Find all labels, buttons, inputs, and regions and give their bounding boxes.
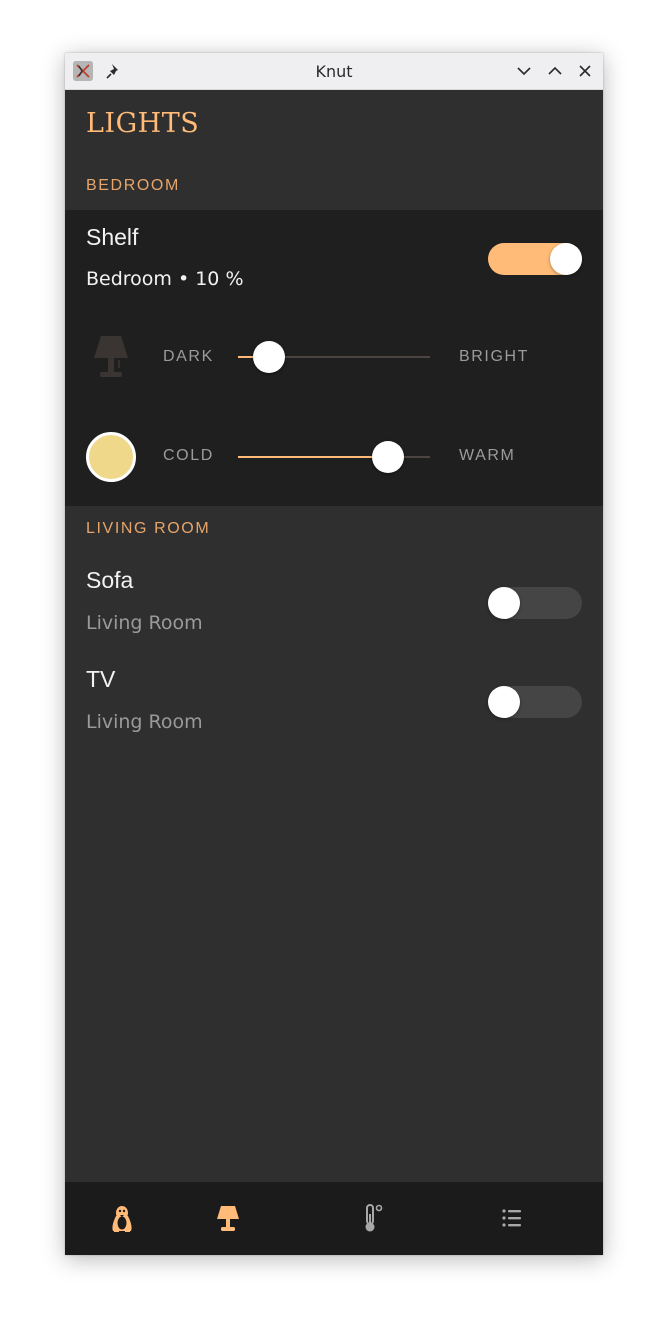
light-subtitle: Bedroom • 10 % [86,268,244,290]
brightness-slider[interactable] [238,341,430,373]
maximize-button[interactable] [546,62,564,80]
light-name: Shelf [86,224,139,250]
temperature-min-label: COLD [163,447,214,464]
minimize-button[interactable] [515,62,533,80]
light-name: Sofa [86,567,134,593]
light-card-shelf[interactable]: Shelf Bedroom • 10 % DARK BRIGHT COLD WA… [65,210,603,506]
light-toggle-shelf[interactable] [488,243,582,275]
light-name: TV [86,666,116,692]
lights-page: LIGHTS BEDROOM Shelf Bedroom • 10 % DARK… [65,90,603,1182]
thermometer-icon[interactable] [356,1202,388,1234]
app-window: Knut LIGHTS BEDROOM Shelf Bedroom • 10 % [65,53,603,1255]
lamp-icon [94,336,128,377]
section-header-living-room: LIVING ROOM [86,520,211,537]
light-toggle-tv[interactable] [488,686,582,718]
temperature-max-label: WARM [459,447,516,464]
page-title: LIGHTS [86,108,200,139]
window-titlebar: Knut [65,53,603,90]
slider-handle[interactable] [253,341,285,373]
light-subtitle: Living Room [86,612,203,634]
toggle-knob [488,686,520,718]
penguin-icon[interactable] [106,1202,138,1234]
brightness-min-label: DARK [163,348,214,365]
lamp-icon[interactable] [212,1202,244,1234]
close-button[interactable] [576,62,594,80]
brightness-max-label: BRIGHT [459,348,530,365]
toggle-knob [550,243,582,275]
section-header-bedroom: BEDROOM [86,177,180,194]
light-toggle-sofa[interactable] [488,587,582,619]
slider-handle[interactable] [372,441,404,473]
checklist-icon[interactable] [496,1202,528,1234]
slider-fill [238,456,388,458]
light-subtitle: Living Room [86,711,203,733]
temperature-slider[interactable] [238,441,430,473]
toggle-knob [488,587,520,619]
color-swatch[interactable] [86,432,136,482]
bottom-nav [65,1182,603,1255]
